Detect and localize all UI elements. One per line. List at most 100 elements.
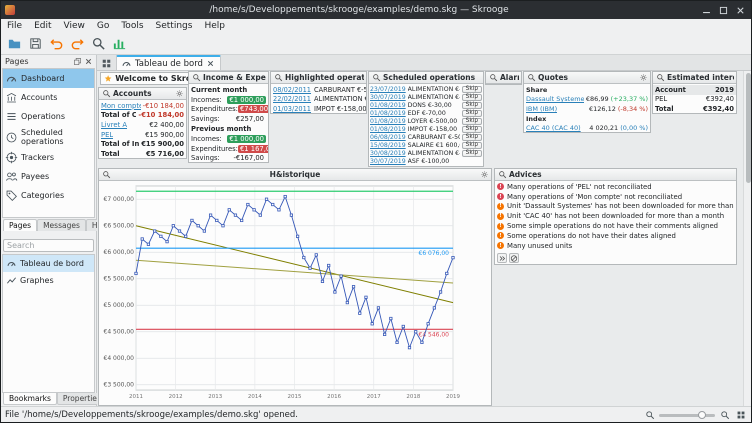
vertical-scrollbar[interactable] (743, 71, 751, 406)
account-name[interactable]: Total (101, 150, 120, 158)
income-row: Incomes: €1 000,00 (189, 134, 268, 144)
operation-date-link[interactable]: 30/08/2019 (370, 150, 406, 157)
search-button[interactable] (88, 34, 108, 53)
menu-item[interactable]: Settings (150, 19, 199, 33)
widget-title: Highlighted operations (285, 73, 364, 82)
operation-date-link[interactable]: 23/07/2019 (370, 86, 406, 93)
widget-zoom-button[interactable] (655, 73, 665, 83)
bookmark-item[interactable]: Graphes (3, 272, 94, 289)
operation-date-link[interactable]: 01/08/2019 (370, 110, 406, 117)
operation-date-link[interactable]: 01/08/2019 (370, 118, 406, 125)
dock-close-button[interactable] (83, 56, 94, 67)
operation-date-link[interactable]: 30/07/2019 (370, 158, 406, 165)
widget-zoom-button[interactable] (488, 73, 498, 83)
save-button[interactable] (25, 34, 45, 53)
undo-button[interactable] (46, 34, 66, 53)
widget-menu-button[interactable] (638, 73, 648, 83)
widget-zoom-button[interactable] (526, 73, 536, 83)
account-name[interactable]: Livret A (101, 121, 127, 129)
report-button[interactable] (109, 34, 129, 53)
widget-zoom-button[interactable] (497, 170, 507, 180)
advice-item[interactable]: Many operations of 'Mon compte' not reco… (495, 192, 736, 202)
quote-name[interactable]: Dassault Systemes (DASTY) (526, 95, 584, 103)
tab-tableau-de-bord[interactable]: Tableau de bord (116, 55, 221, 70)
widget-zoom-button[interactable] (273, 73, 283, 83)
zoom-slider-handle[interactable] (698, 411, 706, 419)
advice-item[interactable]: Many unused units (495, 241, 736, 251)
bookmark-item[interactable]: Tableau de bord (3, 255, 94, 272)
skip-button[interactable]: Skip (462, 142, 482, 149)
menu-item[interactable]: Tools (115, 19, 149, 33)
advice-item[interactable]: Some operations do not have their dates … (495, 231, 736, 241)
skip-button[interactable]: Skip (462, 94, 482, 101)
zoom-slider[interactable] (659, 409, 715, 421)
advice-dismiss-button[interactable] (509, 253, 519, 263)
widget-menu-button[interactable] (479, 170, 489, 180)
skip-button[interactable]: Skip (462, 118, 482, 125)
widget-zoom-button[interactable] (101, 89, 111, 99)
minimize-button[interactable] (699, 3, 713, 17)
operation-date-link[interactable]: 01/08/2019 (370, 126, 406, 133)
dock-tab[interactable]: Bookmarks (3, 393, 57, 405)
tab-close-button[interactable] (206, 59, 216, 69)
scrollbar-thumb[interactable] (746, 73, 751, 183)
quote-name[interactable]: Index (526, 115, 546, 123)
bookmarks-search-input[interactable] (3, 239, 94, 252)
scheduled-operations-widget: Scheduled operations 23/07/2019 ALIMENTA… (368, 71, 484, 167)
account-name[interactable]: Total of Current (101, 111, 136, 119)
quote-name[interactable]: IBM (IBM) (526, 105, 557, 113)
menu-item[interactable]: File (1, 19, 28, 33)
maximize-button[interactable] (716, 3, 730, 17)
operation-date-link[interactable]: 01/03/2011 (273, 105, 311, 113)
operation-date-link[interactable]: 06/08/2019 (370, 134, 406, 141)
skip-button[interactable]: Skip (462, 134, 482, 141)
quotes-widget: Quotes Share Dassault Systemes (DA (523, 71, 651, 133)
menu-item[interactable]: Help (198, 19, 231, 33)
menu-item[interactable]: View (58, 19, 91, 33)
sidebar-page-item[interactable]: Dashboard (3, 69, 94, 88)
skip-button[interactable]: Skip (462, 126, 482, 133)
sidebar-page-item[interactable]: Payees (3, 167, 94, 186)
widget-zoom-button[interactable] (191, 73, 201, 83)
account-name[interactable]: PEL (101, 131, 113, 139)
advice-item[interactable]: Unit 'Dassault Systemes' has not been do… (495, 202, 736, 212)
widget-zoom-button[interactable] (101, 170, 111, 180)
tab-list-button[interactable] (98, 56, 114, 70)
skip-button[interactable]: Skip (462, 110, 482, 117)
sidebar-page-item[interactable]: Trackers (3, 148, 94, 167)
sidebar-page-item[interactable]: Accounts (3, 88, 94, 107)
account-name[interactable]: Mon compte (101, 102, 141, 110)
widget-menu-button[interactable] (174, 89, 184, 99)
open-button[interactable] (4, 34, 24, 53)
dock-tab[interactable]: Messages (37, 219, 86, 231)
dock-float-button[interactable] (72, 56, 83, 67)
advice-item[interactable]: Some simple operations do not have their… (495, 221, 736, 231)
advice-apply-button[interactable] (497, 253, 507, 263)
quote-name[interactable]: Share (526, 86, 547, 94)
sidebar-page-item[interactable]: Operations (3, 107, 94, 126)
menu-item[interactable]: Go (91, 19, 115, 33)
menu-item[interactable]: Edit (28, 19, 57, 33)
zoom-out-button[interactable] (643, 408, 656, 421)
grid-view-button[interactable] (734, 408, 747, 421)
redo-button[interactable] (67, 34, 87, 53)
operation-date-link[interactable]: 30/07/2019 (370, 94, 406, 101)
operation-date-link[interactable]: 22/02/2011 (273, 95, 311, 103)
sidebar-page-item[interactable]: Categories (3, 186, 94, 205)
sidebar-page-item[interactable]: Scheduled operations (3, 126, 94, 148)
operation-date-link[interactable]: 15/08/2019 (370, 142, 406, 149)
account-name[interactable]: Total of Investment (101, 140, 139, 148)
skip-button[interactable]: Skip (462, 150, 482, 157)
zoom-in-button[interactable] (718, 408, 731, 421)
advice-item[interactable]: Unit 'CAC 40' has not been downloaded fo… (495, 211, 736, 221)
dock-tab[interactable]: Pages (3, 219, 37, 231)
widget-zoom-button[interactable] (371, 73, 381, 83)
quote-name[interactable]: CAC 40 (CAC 40) (526, 124, 581, 132)
advice-item[interactable]: Many operations of 'PEL' not reconciliat… (495, 182, 736, 192)
skip-button[interactable]: Skip (462, 86, 482, 93)
operation-date-link[interactable]: 01/08/2019 (370, 102, 406, 109)
close-button[interactable] (733, 3, 747, 17)
quote-price: 4 020,21 (589, 124, 618, 132)
skip-button[interactable]: Skip (462, 102, 482, 109)
operation-date-link[interactable]: 08/02/2011 (273, 86, 311, 94)
